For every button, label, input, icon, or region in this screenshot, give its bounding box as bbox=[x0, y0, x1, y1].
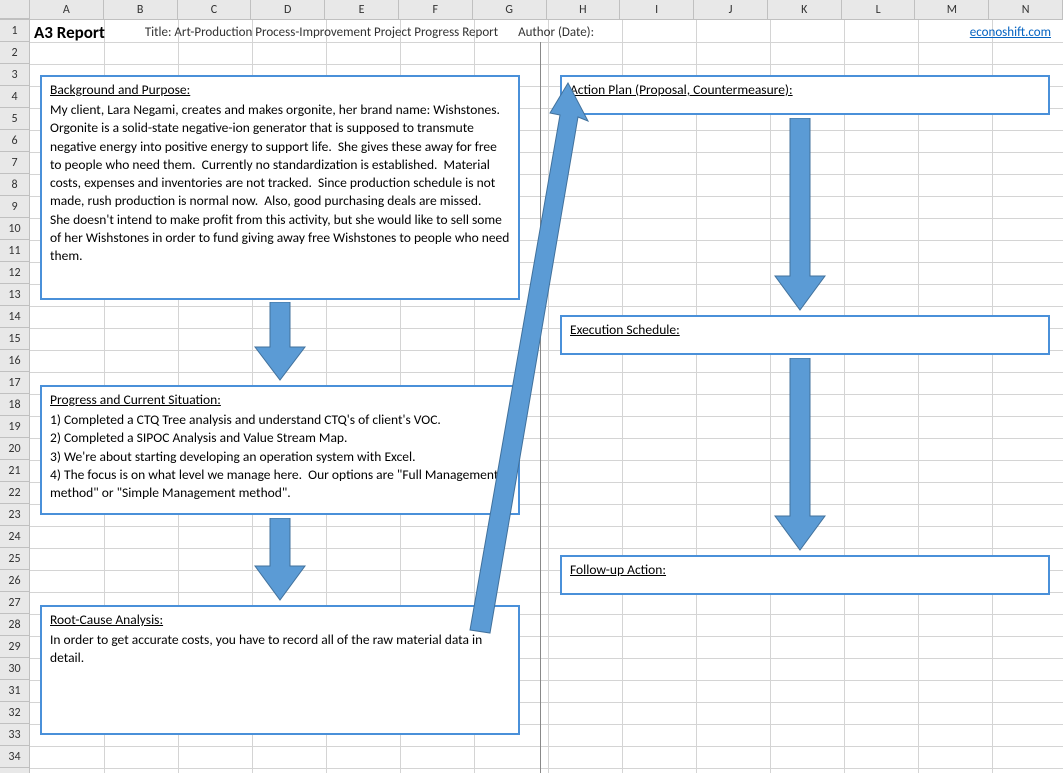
progress-title: Progress and Current Situation: bbox=[50, 391, 510, 409]
row-header[interactable]: 27 bbox=[0, 592, 29, 614]
row-header[interactable]: 30 bbox=[0, 658, 29, 680]
action-plan-box: Action Plan (Proposal, Countermeasure): bbox=[560, 75, 1050, 115]
row-header[interactable]: 9 bbox=[0, 196, 29, 218]
row-header[interactable]: 12 bbox=[0, 262, 29, 284]
followup-title: Follow-up Action: bbox=[570, 561, 1040, 579]
row-header[interactable]: 13 bbox=[0, 284, 29, 306]
source-link[interactable]: econoshift.com bbox=[970, 25, 1051, 40]
column-header[interactable]: L bbox=[842, 0, 916, 19]
column-header[interactable]: C bbox=[178, 0, 252, 19]
arrow-diagonal-icon bbox=[460, 75, 590, 635]
rootcause-body: In order to get accurate costs, you have… bbox=[50, 631, 485, 666]
row-header[interactable]: 24 bbox=[0, 526, 29, 548]
row-header[interactable]: 28 bbox=[0, 614, 29, 636]
column-header[interactable]: J bbox=[694, 0, 768, 19]
rootcause-box: Root-Cause Analysis: In order to get acc… bbox=[40, 605, 520, 735]
row-header[interactable]: 15 bbox=[0, 328, 29, 350]
row-header[interactable]: 20 bbox=[0, 438, 29, 460]
row-header[interactable]: 23 bbox=[0, 504, 29, 526]
row-header[interactable]: 21 bbox=[0, 460, 29, 482]
arrow-down-icon bbox=[250, 518, 310, 603]
row-header[interactable]: 29 bbox=[0, 636, 29, 658]
progress-box: Progress and Current Situation: 1) Compl… bbox=[40, 385, 520, 515]
row-header[interactable]: 1 bbox=[0, 20, 29, 42]
column-header[interactable]: I bbox=[620, 0, 694, 19]
row-header[interactable]: 7 bbox=[0, 152, 29, 174]
arrow-down-icon bbox=[770, 358, 830, 553]
column-header[interactable]: M bbox=[915, 0, 989, 19]
row-header[interactable]: 3 bbox=[0, 64, 29, 86]
row-header[interactable]: 19 bbox=[0, 416, 29, 438]
rootcause-title: Root-Cause Analysis: bbox=[50, 611, 510, 629]
row-header[interactable]: 17 bbox=[0, 372, 29, 394]
arrow-down-icon bbox=[250, 302, 310, 382]
action-plan-title: Action Plan (Proposal, Countermeasure): bbox=[570, 81, 1040, 99]
column-headers: ABCDEFGHIJKLMN bbox=[0, 0, 1063, 20]
background-body: My client, Lara Negami, creates and make… bbox=[50, 101, 512, 264]
row-header[interactable]: 33 bbox=[0, 724, 29, 746]
row-header[interactable]: 16 bbox=[0, 350, 29, 372]
column-header[interactable]: K bbox=[768, 0, 842, 19]
row-header[interactable]: 5 bbox=[0, 108, 29, 130]
row-header[interactable]: 22 bbox=[0, 482, 29, 504]
column-header[interactable]: B bbox=[104, 0, 178, 19]
row-headers: 1234567891011121314151617181920212223242… bbox=[0, 20, 30, 773]
row-header[interactable]: 34 bbox=[0, 746, 29, 768]
row-header[interactable]: 8 bbox=[0, 174, 29, 196]
column-header[interactable]: F bbox=[399, 0, 473, 19]
row-header[interactable]: 4 bbox=[0, 86, 29, 108]
row-header[interactable]: 10 bbox=[0, 218, 29, 240]
followup-box: Follow-up Action: bbox=[560, 555, 1050, 595]
row-header[interactable]: 2 bbox=[0, 42, 29, 64]
row-header[interactable]: 11 bbox=[0, 240, 29, 262]
column-header[interactable]: H bbox=[547, 0, 621, 19]
background-box: Background and Purpose: My client, Lara … bbox=[40, 75, 520, 300]
row-header[interactable]: 6 bbox=[0, 130, 29, 152]
row-header[interactable]: 25 bbox=[0, 548, 29, 570]
arrow-down-icon bbox=[770, 118, 830, 313]
corner-cell[interactable] bbox=[0, 0, 30, 19]
row-header[interactable]: 14 bbox=[0, 306, 29, 328]
row-header[interactable]: 32 bbox=[0, 702, 29, 724]
header-row: A3 Report Title: Art-Production Process-… bbox=[34, 22, 1059, 42]
row-header[interactable]: 18 bbox=[0, 394, 29, 416]
report-label: A3 Report bbox=[34, 22, 105, 43]
column-header[interactable]: D bbox=[251, 0, 325, 19]
background-title: Background and Purpose: bbox=[50, 81, 510, 99]
author-label: Author (Date): bbox=[518, 25, 594, 40]
schedule-title: Execution Schedule: bbox=[570, 321, 1040, 339]
grid-area: A3 Report Title: Art-Production Process-… bbox=[30, 20, 1063, 773]
schedule-box: Execution Schedule: bbox=[560, 315, 1050, 355]
column-header[interactable]: N bbox=[989, 0, 1063, 19]
row-header[interactable]: 31 bbox=[0, 680, 29, 702]
column-header[interactable]: G bbox=[473, 0, 547, 19]
report-title-text: Title: Art-Production Process-Improvemen… bbox=[145, 25, 498, 40]
column-header[interactable]: A bbox=[30, 0, 104, 19]
column-header[interactable]: E bbox=[325, 0, 399, 19]
progress-body: 1) Completed a CTQ Tree analysis and und… bbox=[50, 411, 501, 501]
row-header[interactable]: 26 bbox=[0, 570, 29, 592]
